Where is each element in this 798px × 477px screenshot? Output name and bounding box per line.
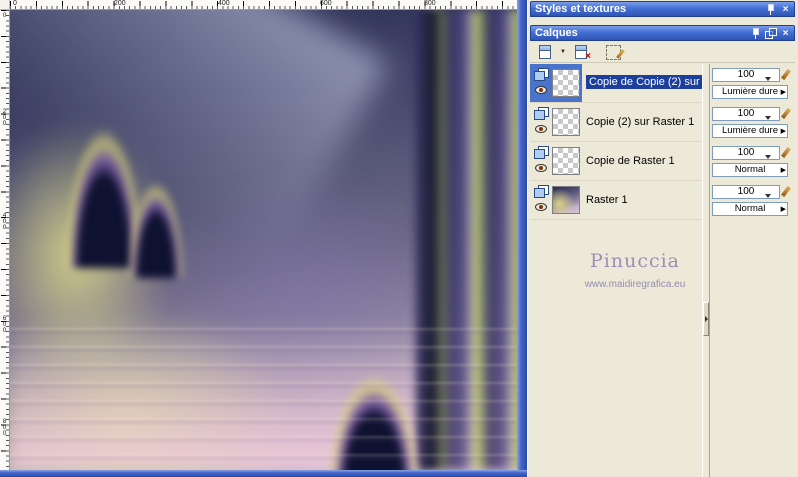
- artwork-beam: [10, 10, 389, 263]
- dropdown-arrow-icon: ▶: [780, 206, 786, 213]
- layer-name[interactable]: Raster 1: [586, 194, 628, 206]
- layer-name[interactable]: Copie (2) sur Raster 1: [586, 116, 694, 128]
- layer-name[interactable]: Copie de Raster 1: [586, 155, 675, 167]
- layer-thumbnail: [552, 69, 580, 97]
- ruler-label: 600: [320, 0, 332, 7]
- vertical-ruler: 0 200 400 600 800: [0, 10, 10, 470]
- styles-panel-titlebar[interactable]: Styles et textures ×: [530, 1, 795, 17]
- artwork-arch-shape: [122, 160, 190, 278]
- blend-mode-value: Lumière dure: [722, 125, 778, 136]
- window-frame-bottom: [0, 470, 527, 477]
- layer-row[interactable]: Copie (2) sur Raster 1: [530, 103, 702, 142]
- visibility-eye-icon[interactable]: [535, 203, 547, 211]
- layer-row[interactable]: Raster 1: [530, 181, 702, 220]
- visibility-eye-icon[interactable]: [535, 125, 547, 133]
- brush-icon: [781, 146, 791, 159]
- dropdown-arrow-icon: ▶: [780, 128, 786, 135]
- artwork-yellow-glow: [10, 120, 170, 390]
- ruler-label: 0: [13, 0, 17, 7]
- watermark-name: Pinuccia: [589, 250, 681, 272]
- layer-row[interactable]: Copie de Copie (2) sur R: [530, 64, 704, 103]
- ruler-label: 800: [1, 418, 8, 436]
- ruler-label: 200: [114, 0, 126, 7]
- watermark: Pinuccia www.maidiregrafica.eu: [560, 250, 710, 290]
- pin-icon[interactable]: [765, 4, 776, 15]
- visibility-eye-icon[interactable]: [535, 164, 547, 172]
- artwork-rainbow-stripes: [417, 10, 517, 470]
- canvas-image[interactable]: [10, 10, 517, 470]
- layers-panel-title: Calques: [535, 27, 578, 39]
- blend-mode-value: Normal: [734, 203, 766, 214]
- artwork-arch-shape: [318, 348, 430, 470]
- layer-controls-column: 100 Lumière dure ▶ 100 Lumière dure ▶ 10…: [710, 64, 795, 477]
- opacity-slider[interactable]: 100: [712, 185, 780, 199]
- new-layer-icon: [539, 45, 551, 59]
- artwork-arch-shape: [56, 96, 152, 268]
- close-icon[interactable]: ×: [780, 4, 791, 15]
- layer-row[interactable]: Copie de Raster 1: [530, 142, 702, 181]
- brush-icon: [781, 185, 791, 198]
- layer-type-icon: [534, 146, 549, 159]
- artwork-lavender-glow: [160, 170, 450, 400]
- delete-layer-button[interactable]: ×: [570, 43, 592, 62]
- layer-type-icon: [534, 107, 549, 120]
- artwork-green-glow: [10, 305, 300, 470]
- dropdown-arrow-icon: ▶: [780, 167, 786, 174]
- layers-list: Copie de Copie (2) sur R Copie (2) sur R…: [530, 64, 795, 477]
- edit-selection-icon: [605, 44, 625, 60]
- float-icon[interactable]: [765, 28, 777, 39]
- layer-thumbnail: [552, 147, 580, 175]
- delete-x-icon: ×: [585, 51, 591, 62]
- app-window: 0 200 400 600 800 0 200 400 600 800 Styl…: [0, 0, 798, 477]
- opacity-slider[interactable]: 100: [712, 68, 780, 82]
- horizontal-ruler: 0 200 400 600 800: [10, 0, 517, 10]
- layer-name[interactable]: Copie de Copie (2) sur R: [586, 75, 704, 89]
- layer-thumbnail: [552, 186, 580, 214]
- blend-mode-dropdown[interactable]: Normal ▶: [712, 202, 788, 216]
- layer-thumbnail: [552, 108, 580, 136]
- brush-icon: [781, 107, 791, 120]
- opacity-slider[interactable]: 100: [712, 146, 780, 160]
- ruler-corner: [0, 0, 10, 10]
- pin-icon[interactable]: [750, 28, 761, 39]
- ruler-label: 400: [1, 212, 8, 230]
- edit-selection-button[interactable]: [602, 43, 625, 61]
- panel-splitter[interactable]: [702, 64, 710, 477]
- blend-mode-value: Lumière dure: [722, 86, 778, 97]
- styles-panel-title: Styles et textures: [535, 3, 627, 15]
- opacity-slider[interactable]: 100: [712, 107, 780, 121]
- new-layer-dropdown[interactable]: ▼: [558, 43, 568, 61]
- ruler-label: 0: [1, 12, 8, 18]
- ruler-label: 600: [1, 315, 8, 333]
- new-layer-button[interactable]: [534, 43, 556, 61]
- image-window: 0 200 400 600 800 0 200 400 600 800: [0, 0, 527, 477]
- artwork-pink-band: [10, 320, 517, 470]
- dropdown-arrow-icon: ▶: [780, 89, 786, 96]
- window-frame-right: [517, 0, 527, 477]
- blend-mode-dropdown[interactable]: Lumière dure ▶: [712, 85, 788, 99]
- layers-panel-titlebar[interactable]: Calques ×: [530, 25, 795, 41]
- blend-mode-value: Normal: [734, 164, 766, 175]
- layer-type-icon: [534, 68, 549, 81]
- blend-mode-dropdown[interactable]: Lumière dure ▶: [712, 124, 788, 138]
- layers-toolbar: ▼ ×: [530, 42, 795, 63]
- brush-icon: [781, 68, 791, 81]
- ruler-label: 400: [218, 0, 230, 7]
- blend-mode-dropdown[interactable]: Normal ▶: [712, 163, 788, 177]
- visibility-eye-icon[interactable]: [535, 86, 547, 94]
- ruler-label: 200: [1, 108, 8, 126]
- ruler-label: 800: [424, 0, 436, 7]
- splitter-handle[interactable]: [703, 302, 709, 336]
- pen-icon: [615, 48, 625, 59]
- artwork-dark-band: [413, 10, 449, 470]
- watermark-site: www.maidiregrafica.eu: [584, 279, 686, 290]
- close-icon[interactable]: ×: [780, 28, 791, 39]
- palette-dock: Styles et textures × Calques × ▼ × Copie…: [527, 0, 798, 477]
- layer-type-icon: [534, 185, 549, 198]
- artwork-light-streaks: [10, 328, 517, 470]
